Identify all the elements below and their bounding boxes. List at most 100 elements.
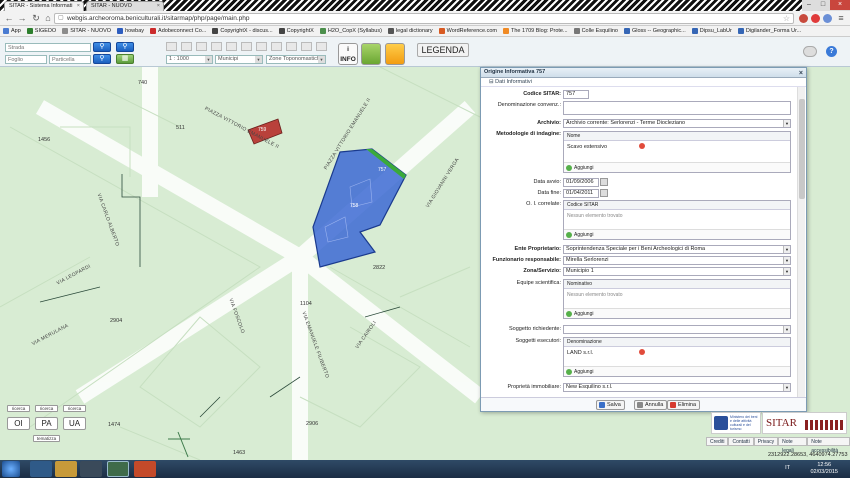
print-icon[interactable] [271, 42, 282, 51]
extension-icon[interactable] [811, 14, 820, 23]
url-input[interactable]: ▢ webgis.archeoroma.beniculturali.it/sit… [54, 13, 794, 24]
extension-icon[interactable] [799, 14, 808, 23]
minimize-icon[interactable]: – [802, 0, 816, 10]
save-button[interactable]: Salva [596, 400, 625, 410]
tab-sitar-nuovo[interactable]: SITAR - NUOVO × [86, 1, 164, 11]
toponym-select[interactable]: Zone Toponomastiche ▼ [266, 55, 326, 64]
pan-icon[interactable] [166, 42, 177, 51]
ente-select[interactable]: Soprintendenza Speciale per i Beni Arche… [563, 245, 791, 254]
search-oi-button[interactable]: ricerca [7, 405, 30, 412]
legend-button[interactable]: LEGENDA [417, 43, 469, 57]
data-fine-field[interactable]: 01/04/2011 [563, 189, 599, 198]
ie-icon[interactable] [30, 461, 52, 477]
tematizza-button[interactable]: tematizza [33, 435, 60, 442]
cancel-button[interactable]: Annulla [634, 400, 668, 410]
pa-button[interactable]: PA [35, 417, 58, 430]
remove-icon[interactable] [639, 143, 645, 149]
denominazione-field[interactable] [563, 101, 791, 115]
footer-link-crediti[interactable]: Crediti [706, 437, 729, 446]
codice-sitar-field[interactable]: 757 [563, 90, 589, 99]
tab-sitar-sistema[interactable]: SITAR - Sistema Informati × [4, 1, 84, 11]
bookmark-item[interactable]: H2O_CopX (Syllabus) [319, 28, 382, 34]
close-icon[interactable]: × [157, 2, 160, 11]
calendar-icon[interactable] [600, 178, 608, 186]
help-button[interactable]: ? [826, 46, 837, 57]
window-close-icon[interactable]: × [830, 0, 850, 10]
bookmark-item[interactable]: The 1709 Blog: Prote... [502, 28, 568, 34]
close-icon[interactable]: × [77, 2, 80, 11]
settings-button[interactable] [803, 46, 817, 57]
language-indicator[interactable]: IT [785, 465, 790, 471]
dialog-scrollbar[interactable] [797, 87, 805, 399]
add-button[interactable]: Aggiungi [564, 162, 790, 172]
add-button[interactable]: Aggiungi [564, 366, 790, 376]
scrollbar-thumb[interactable] [799, 99, 805, 199]
grid-row[interactable]: LAND s.r.l. [564, 347, 790, 359]
footer-link-accessibilita[interactable]: Note accessibilità [807, 437, 850, 454]
measure-icon[interactable] [241, 42, 252, 51]
refresh-icon[interactable] [316, 42, 327, 51]
zoom-in-icon[interactable] [181, 42, 192, 51]
calendar-icon[interactable] [600, 189, 608, 197]
zona-select[interactable]: Municipio 1 ▼ [563, 267, 791, 276]
municipality-select[interactable]: Municipi ▼ [215, 55, 263, 64]
bookmark-item[interactable]: Gloss -- Geographic... [623, 28, 686, 34]
search-button[interactable]: ⚲ [93, 42, 111, 52]
archivio-select[interactable]: Archivio corrente: Serlorenzi - Terme Di… [563, 119, 791, 128]
close-icon[interactable]: × [799, 69, 803, 78]
bookmark-item[interactable]: SIGEDO [26, 28, 56, 34]
section-header[interactable]: ⊟ Dati Informativi [481, 78, 806, 87]
next-view-icon[interactable] [301, 42, 312, 51]
menu-icon[interactable]: ≡ [836, 13, 846, 23]
bookmark-item[interactable]: CopyrightX [278, 28, 314, 34]
bookmark-item[interactable]: howbay [117, 28, 144, 34]
bookmark-item[interactable]: WordReference.com [438, 28, 497, 34]
locate-button[interactable]: ⚲ [116, 42, 134, 52]
start-icon[interactable] [2, 461, 20, 477]
previous-view-icon[interactable] [286, 42, 297, 51]
media-player-icon[interactable] [80, 461, 102, 477]
add-button[interactable]: Aggiungi [564, 308, 790, 318]
bookmark-item[interactable]: Dipsu_LabUr [691, 28, 732, 34]
remove-icon[interactable] [639, 349, 645, 355]
layers-button[interactable] [385, 43, 405, 65]
footer-link-note-legali[interactable]: Note legali [778, 437, 808, 454]
back-icon[interactable]: ← [4, 13, 14, 23]
search-pa-button[interactable]: ricerca [35, 405, 58, 412]
bookmark-item[interactable]: legal dictionary [387, 28, 433, 34]
sheet-search-input[interactable] [5, 55, 47, 64]
chrome-icon[interactable] [107, 461, 129, 477]
add-button[interactable]: Aggiungi [564, 229, 790, 239]
zoom-box-icon[interactable] [196, 42, 207, 51]
clock[interactable]: 12:56 02/03/2015 [810, 462, 838, 476]
cadastre-search-button[interactable]: ⚲ [93, 54, 111, 64]
ua-button[interactable]: UA [63, 417, 86, 430]
zoom-extent-icon[interactable] [226, 42, 237, 51]
bookmark-item[interactable]: Digilander_Forma Ur... [737, 28, 801, 34]
bookmark-item[interactable]: Adobeconnect Co... [150, 28, 206, 34]
maximize-icon[interactable]: □ [816, 0, 830, 10]
zoom-out-icon[interactable] [211, 42, 222, 51]
info-button[interactable]: i INFO [338, 43, 358, 65]
cadastre-map-button[interactable]: ▦ [116, 54, 134, 64]
data-avvio-field[interactable]: 01/09/2006 [563, 178, 599, 187]
proprieta-select[interactable]: New Esquilino s.r.l. ▼ [563, 383, 791, 392]
area-icon[interactable] [256, 42, 267, 51]
search-ua-button[interactable]: ricerca [63, 405, 86, 412]
footer-link-privacy[interactable]: Privacy [753, 437, 779, 446]
oi-button[interactable]: OI [7, 417, 30, 430]
bookmark-star-icon[interactable]: ☆ [783, 14, 790, 23]
funzionario-select[interactable]: Mirella Serlorenzi ▼ [563, 256, 791, 265]
parcel-search-input[interactable] [49, 55, 91, 64]
forward-icon[interactable]: → [17, 13, 27, 23]
identify-button[interactable] [361, 43, 381, 65]
soggetto-richiedente-select[interactable]: ▼ [563, 325, 791, 334]
folder-icon[interactable] [55, 461, 77, 477]
reload-icon[interactable]: ↻ [31, 13, 41, 23]
grid-row[interactable]: Scavo estensivo [564, 141, 790, 153]
delete-button[interactable]: Elimina [667, 400, 701, 410]
bookmark-item[interactable]: Colle Esquilino [573, 28, 618, 34]
footer-link-contatti[interactable]: Contatti [728, 437, 754, 446]
street-search-input[interactable] [5, 43, 91, 52]
scale-select[interactable]: 1 : 1000 ▼ [166, 55, 213, 64]
